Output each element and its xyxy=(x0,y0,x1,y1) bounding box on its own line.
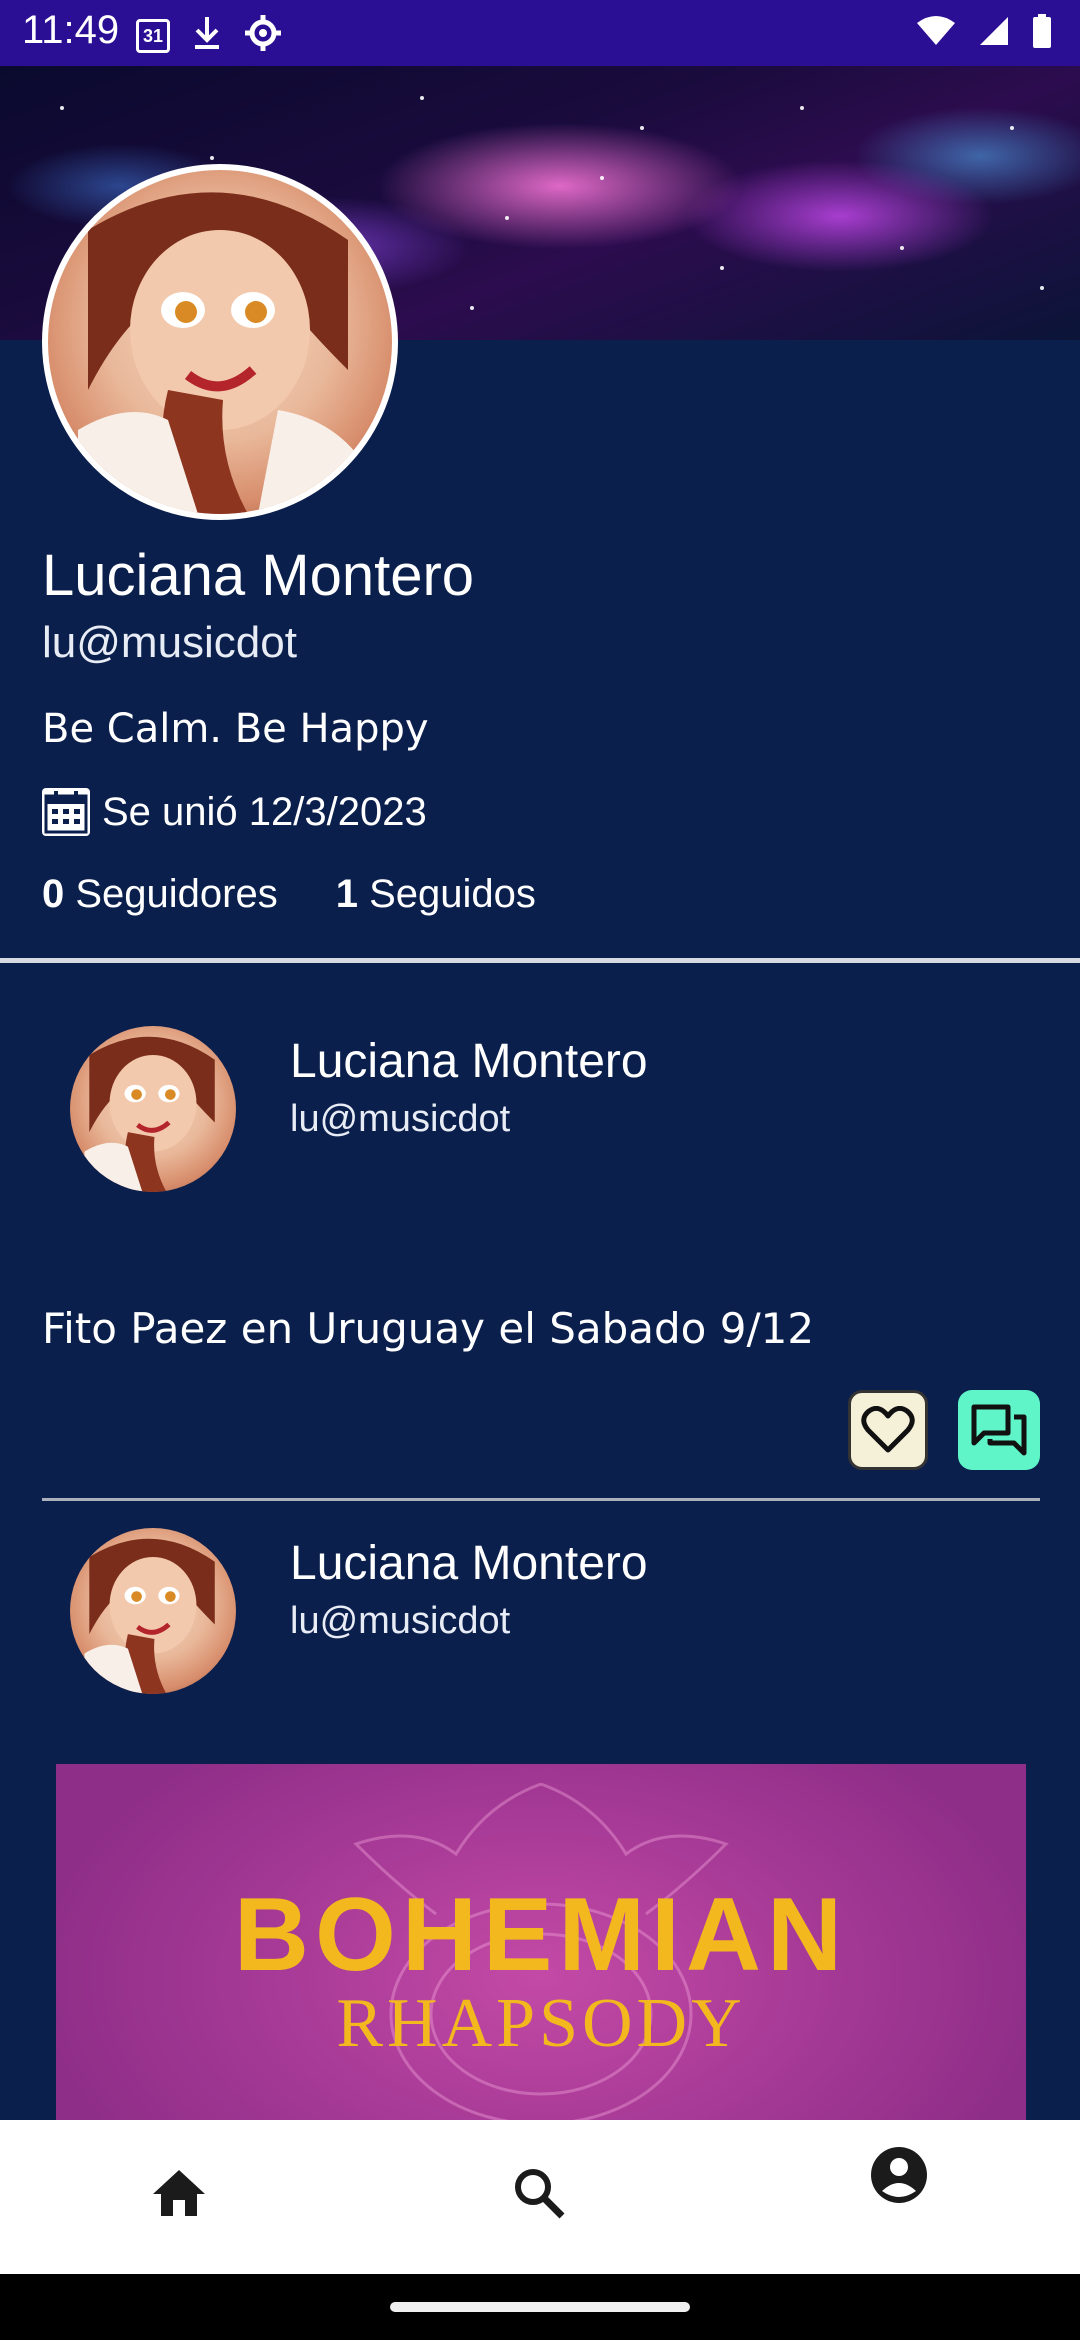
post-text: Fito Paez en Uruguay el Sabado 9/12 xyxy=(42,1304,815,1353)
image-title-line2: RHAPSODY xyxy=(336,1985,746,2062)
joined-date: Se unió 12/3/2023 xyxy=(42,788,427,836)
battery-icon xyxy=(1032,14,1052,53)
status-time: 11:49 xyxy=(22,8,120,52)
wifi-icon xyxy=(916,15,956,52)
post-image[interactable]: BOHEMIAN RHAPSODY xyxy=(56,1764,1026,2120)
search-icon xyxy=(515,2169,565,2219)
calendar-icon xyxy=(42,788,90,836)
nav-profile[interactable] xyxy=(854,2130,944,2220)
bottom-nav xyxy=(0,2120,1080,2274)
download-icon xyxy=(192,15,222,56)
nav-home[interactable] xyxy=(134,2148,224,2238)
following-label: Seguidos xyxy=(369,872,536,916)
image-title-line1: BOHEMIAN xyxy=(233,1877,849,1993)
post-author-handle: lu@musicdot xyxy=(290,1600,511,1642)
profile-handle: lu@musicdot xyxy=(42,618,297,667)
like-button[interactable] xyxy=(848,1390,928,1470)
followers-stat[interactable]: 0 Seguidores xyxy=(42,872,278,917)
home-icon xyxy=(153,2170,205,2216)
joined-text: Se unió 12/3/2023 xyxy=(102,789,427,834)
followers-label: Seguidores xyxy=(75,872,278,916)
profile-icon xyxy=(871,2147,927,2203)
settings-icon xyxy=(244,14,282,57)
post-author-name: Luciana Montero xyxy=(290,1035,648,1088)
heart-icon xyxy=(861,1406,915,1453)
profile-bio: Be Calm. Be Happy xyxy=(42,706,429,752)
comment-button[interactable] xyxy=(958,1390,1040,1470)
nav-search[interactable] xyxy=(494,2148,584,2238)
status-right-icons xyxy=(916,14,1052,53)
post-divider xyxy=(42,1498,1040,1501)
home-gesture-handle[interactable] xyxy=(390,2302,690,2312)
following-stat[interactable]: 1 Seguidos xyxy=(336,872,536,917)
section-divider xyxy=(0,958,1080,963)
signal-icon xyxy=(978,15,1010,52)
followers-count: 0 xyxy=(42,872,65,916)
calendar-icon: 31 xyxy=(136,18,170,53)
status-bar: 11:49 31 xyxy=(0,0,1080,66)
status-left-icons: 31 xyxy=(136,14,282,57)
post-author-name: Luciana Montero xyxy=(290,1537,648,1590)
following-count: 1 xyxy=(335,872,358,916)
post-author-avatar[interactable] xyxy=(70,1528,236,1694)
post-author-handle: lu@musicdot xyxy=(290,1098,511,1140)
follow-stats: 0 Seguidores 1 Seguidos xyxy=(42,872,536,917)
comments-icon xyxy=(971,1404,1027,1456)
profile-name: Luciana Montero xyxy=(42,543,475,608)
profile-avatar[interactable] xyxy=(42,164,398,520)
post-author-avatar[interactable] xyxy=(70,1026,236,1192)
